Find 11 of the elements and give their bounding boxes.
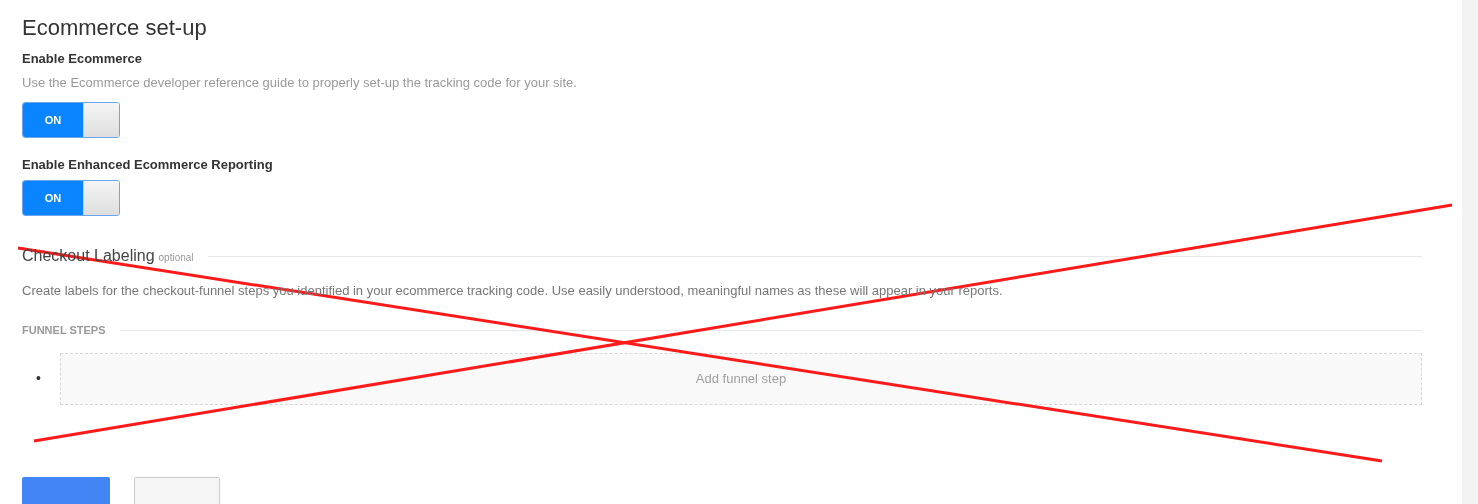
- setting-description: Use the Ecommerce developer reference guide to properly set-up the tracking code for your site.: [22, 74, 578, 92]
- toggle-switch[interactable]: ON: [22, 102, 120, 138]
- step-bullet: •: [35, 369, 42, 388]
- toggle-switch[interactable]: ON: [22, 180, 120, 216]
- setting-label: Enable Ecommerce: [22, 50, 143, 68]
- optional-tag: optional: [158, 250, 194, 265]
- save-button[interactable]: [22, 476, 110, 504]
- funnel-steps-heading: FUNNEL STEPS: [22, 323, 106, 338]
- add-funnel-step-field[interactable]: Add funnel step: [60, 352, 1422, 405]
- page-title: Ecommerce set-up: [22, 14, 208, 42]
- setting-label: Enable Enhanced Ecommerce Reporting: [22, 156, 274, 174]
